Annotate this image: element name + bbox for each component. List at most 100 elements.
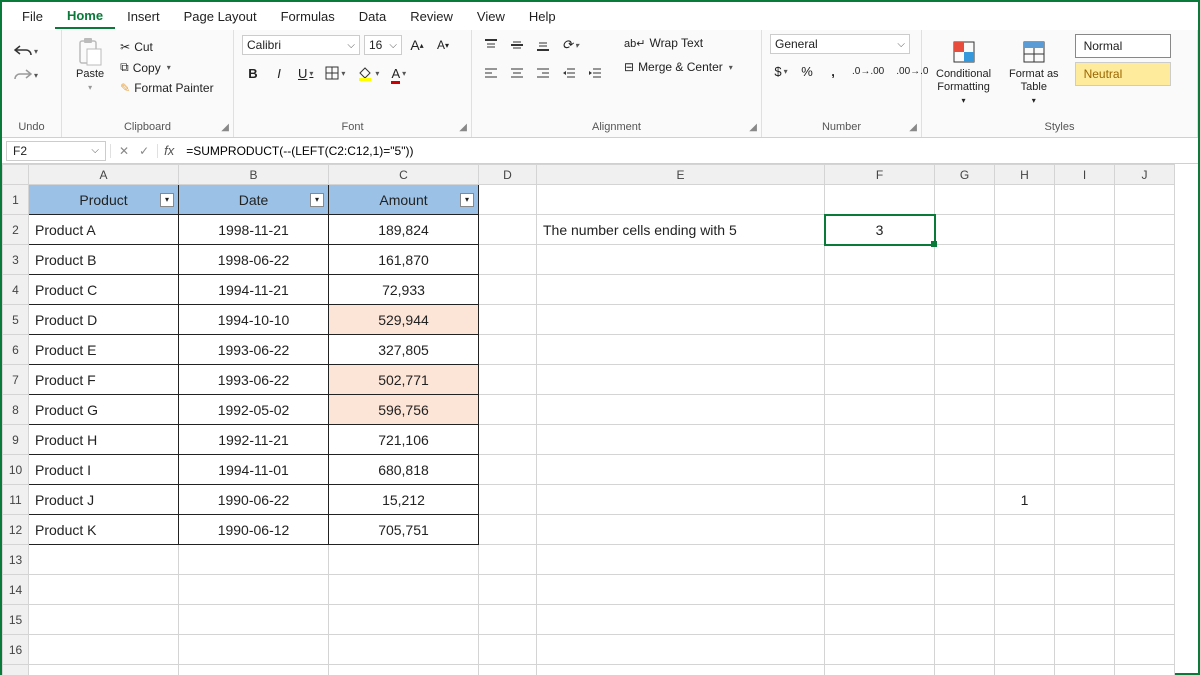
- cell-C7[interactable]: 502,771: [329, 365, 479, 395]
- cell-I7[interactable]: [1055, 365, 1115, 395]
- cell-H4[interactable]: [995, 275, 1055, 305]
- font-launcher[interactable]: ◢: [459, 122, 467, 133]
- cell-D13[interactable]: [479, 545, 537, 575]
- bold-button[interactable]: B: [242, 62, 264, 84]
- row-header-14[interactable]: 14: [3, 575, 29, 605]
- cell-A2[interactable]: Product A: [29, 215, 179, 245]
- cell-I9[interactable]: [1055, 425, 1115, 455]
- cell-F11[interactable]: [825, 485, 935, 515]
- cell-D16[interactable]: [479, 635, 537, 665]
- font-color-button[interactable]: A: [387, 62, 410, 84]
- decrease-indent-button[interactable]: [558, 62, 580, 84]
- cell-F13[interactable]: [825, 545, 935, 575]
- cell-B12[interactable]: 1990-06-12: [179, 515, 329, 545]
- cell-E6[interactable]: [537, 335, 825, 365]
- menu-data[interactable]: Data: [347, 5, 398, 28]
- cell-B3[interactable]: 1998-06-22: [179, 245, 329, 275]
- cell-A4[interactable]: Product C: [29, 275, 179, 305]
- merge-center-button[interactable]: ⊟Merge & Center: [620, 58, 737, 76]
- cell-C2[interactable]: 189,824: [329, 215, 479, 245]
- paste-button[interactable]: Paste ▾: [70, 34, 110, 97]
- menu-file[interactable]: File: [10, 5, 55, 28]
- percent-button[interactable]: %: [796, 60, 818, 82]
- cell-B14[interactable]: [179, 575, 329, 605]
- cell-B6[interactable]: 1993-06-22: [179, 335, 329, 365]
- cell-E15[interactable]: [537, 605, 825, 635]
- select-all-corner[interactable]: [3, 165, 29, 185]
- cell-G1[interactable]: [935, 185, 995, 215]
- cell-B13[interactable]: [179, 545, 329, 575]
- number-format-combo[interactable]: General: [770, 34, 910, 54]
- copy-button[interactable]: ⧉Copy: [116, 58, 217, 77]
- cell-C11[interactable]: 15,212: [329, 485, 479, 515]
- align-top-button[interactable]: [480, 34, 502, 56]
- cell-F6[interactable]: [825, 335, 935, 365]
- cell-F15[interactable]: [825, 605, 935, 635]
- row-header-2[interactable]: 2: [3, 215, 29, 245]
- menu-help[interactable]: Help: [517, 5, 568, 28]
- cell-I16[interactable]: [1055, 635, 1115, 665]
- cell-I10[interactable]: [1055, 455, 1115, 485]
- number-launcher[interactable]: ◢: [909, 122, 917, 133]
- cell-E7[interactable]: [537, 365, 825, 395]
- cell-J15[interactable]: [1115, 605, 1175, 635]
- cell-I5[interactable]: [1055, 305, 1115, 335]
- enter-formula-button[interactable]: ✓: [135, 144, 153, 158]
- cell-I12[interactable]: [1055, 515, 1115, 545]
- cell-B10[interactable]: 1994-11-01: [179, 455, 329, 485]
- cell-J6[interactable]: [1115, 335, 1175, 365]
- cell-A12[interactable]: Product K: [29, 515, 179, 545]
- cell-I8[interactable]: [1055, 395, 1115, 425]
- cell-C16[interactable]: [329, 635, 479, 665]
- cell-style-normal[interactable]: Normal: [1075, 34, 1171, 58]
- cell-A15[interactable]: [29, 605, 179, 635]
- cell-E13[interactable]: [537, 545, 825, 575]
- cell-G12[interactable]: [935, 515, 995, 545]
- cell-F4[interactable]: [825, 275, 935, 305]
- align-bottom-button[interactable]: [532, 34, 554, 56]
- cell-C9[interactable]: 721,106: [329, 425, 479, 455]
- cell-F7[interactable]: [825, 365, 935, 395]
- cell-F10[interactable]: [825, 455, 935, 485]
- cell-H13[interactable]: [995, 545, 1055, 575]
- cell-E9[interactable]: [537, 425, 825, 455]
- col-header-C[interactable]: C: [329, 165, 479, 185]
- increase-decimal-button[interactable]: .0→.00: [848, 60, 888, 82]
- fx-icon[interactable]: fx: [158, 143, 180, 158]
- col-header-I[interactable]: I: [1055, 165, 1115, 185]
- italic-button[interactable]: I: [268, 62, 290, 84]
- cell-E1[interactable]: [537, 185, 825, 215]
- font-size-combo[interactable]: 16: [364, 35, 402, 55]
- col-header-G[interactable]: G: [935, 165, 995, 185]
- cell-D9[interactable]: [479, 425, 537, 455]
- cell-A17[interactable]: [29, 665, 179, 675]
- cell-F2[interactable]: 3: [825, 215, 935, 245]
- cell-F16[interactable]: [825, 635, 935, 665]
- cell-G14[interactable]: [935, 575, 995, 605]
- row-header-17[interactable]: 17: [3, 665, 29, 675]
- cell-E16[interactable]: [537, 635, 825, 665]
- cell-I3[interactable]: [1055, 245, 1115, 275]
- row-header-1[interactable]: 1: [3, 185, 29, 215]
- cell-G8[interactable]: [935, 395, 995, 425]
- cell-E8[interactable]: [537, 395, 825, 425]
- cell-C5[interactable]: 529,944: [329, 305, 479, 335]
- cell-J9[interactable]: [1115, 425, 1175, 455]
- cell-C8[interactable]: 596,756: [329, 395, 479, 425]
- cell-A13[interactable]: [29, 545, 179, 575]
- cell-D3[interactable]: [479, 245, 537, 275]
- cell-style-neutral[interactable]: Neutral: [1075, 62, 1171, 86]
- align-left-button[interactable]: [480, 62, 502, 84]
- row-header-4[interactable]: 4: [3, 275, 29, 305]
- cell-F5[interactable]: [825, 305, 935, 335]
- cell-J12[interactable]: [1115, 515, 1175, 545]
- menu-review[interactable]: Review: [398, 5, 465, 28]
- cell-C15[interactable]: [329, 605, 479, 635]
- cell-I15[interactable]: [1055, 605, 1115, 635]
- cell-F3[interactable]: [825, 245, 935, 275]
- menu-formulas[interactable]: Formulas: [269, 5, 347, 28]
- menu-view[interactable]: View: [465, 5, 517, 28]
- cell-B17[interactable]: [179, 665, 329, 675]
- cell-E12[interactable]: [537, 515, 825, 545]
- cell-I1[interactable]: [1055, 185, 1115, 215]
